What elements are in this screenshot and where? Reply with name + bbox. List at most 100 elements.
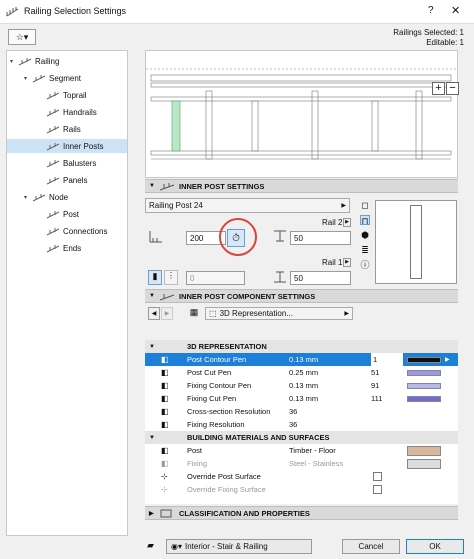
inner-post-component-settings-header[interactable]: ▼ INNER POST COMPONENT SETTINGS [145, 289, 458, 303]
table-row[interactable]: ⊹ Override Post Surface [145, 470, 458, 483]
favorites-button[interactable]: ☆▾ [8, 29, 36, 45]
pen-color-swatch[interactable] [407, 369, 441, 376]
tree-item-handrails[interactable]: Handrails [7, 105, 127, 119]
railing-part-icon [32, 193, 46, 201]
dropdown-arrow-icon: ▶ [344, 311, 349, 317]
rail-top-label: Rail 2 [322, 218, 343, 227]
table-group-row[interactable]: ▼ BUILDING MATERIALS AND SURFACES [145, 431, 458, 444]
title-bar: Railing Selection Settings ? ✕ [0, 0, 474, 24]
collapse-triangle-icon[interactable]: ▼ [149, 431, 155, 444]
pen-number-field[interactable]: 91 [371, 379, 403, 392]
tree-item-railing[interactable]: ▾ Railing [7, 54, 127, 68]
property-name: Fixing [187, 459, 208, 468]
table-row[interactable]: ◧ Post Cut Pen 0.25 mm 51 [145, 366, 458, 379]
property-icon: ⊹ [161, 472, 168, 481]
table-row[interactable]: ⊹ Override Fixing Surface [145, 483, 458, 496]
ok-button[interactable]: OK [406, 539, 464, 554]
pen-number-field[interactable]: 51 [371, 366, 403, 379]
rail-top-dropdown[interactable]: ▶ [343, 218, 351, 227]
expand-toggle-icon[interactable]: ▾ [24, 194, 32, 201]
tree-item-label: Railing [35, 56, 60, 66]
rail-top-offset-field[interactable]: 50 [290, 231, 351, 245]
table-row[interactable]: ◧ Fixing Steel - Stainless [145, 457, 458, 470]
tree-item-node[interactable]: ▾ Node [7, 190, 127, 204]
rail-bottom-offset-field[interactable]: 50 [290, 271, 351, 285]
swatch-cell [407, 444, 441, 457]
tree-item-post[interactable]: Post [7, 207, 127, 221]
classification-properties-header[interactable]: ▶ CLASSIFICATION AND PROPERTIES [145, 506, 458, 520]
pen-color-swatch[interactable] [407, 395, 441, 402]
pen-number-field[interactable]: 1 [371, 353, 403, 366]
tree-item-label: Inner Posts [63, 141, 104, 151]
tree-item-label: Node [49, 192, 69, 202]
post-position-toggle-a[interactable]: ▮ [148, 270, 162, 285]
tree-item-connections[interactable]: Connections [7, 224, 127, 238]
rail-bottom-dropdown[interactable]: ▶ [343, 258, 351, 267]
next-page-button[interactable]: ▶ [161, 307, 173, 320]
property-name: Override Post Surface [187, 472, 261, 481]
property-value: 0.13 mm [289, 394, 319, 403]
collapse-triangle-icon: ▼ [149, 183, 155, 189]
property-icon: ◧ [161, 355, 169, 364]
pen-number-field[interactable]: 111 [371, 392, 403, 405]
elevation-view-icon[interactable]: ⊓ [360, 215, 370, 226]
info-icon[interactable]: ⓘ [360, 260, 370, 270]
pen-picker-arrow-icon[interactable]: ▶ [445, 353, 450, 366]
tree-item-toprail[interactable]: Toprail [7, 88, 127, 102]
override-checkbox[interactable] [373, 485, 382, 494]
dropdown-arrow-icon: ▶ [341, 203, 346, 209]
railing-part-icon [46, 91, 60, 99]
tree-item-balusters[interactable]: Balusters [7, 156, 127, 170]
eye-icon: ◉▾ [171, 542, 182, 551]
cube-icon: ⬚ [209, 309, 217, 318]
table-row[interactable]: ◧ Fixing Resolution 36 [145, 418, 458, 431]
table-row[interactable]: ◧ Post Timber - Floor [145, 444, 458, 457]
stack-view-icon[interactable]: ≣ [360, 245, 370, 255]
property-value: 0.25 mm [289, 368, 319, 377]
help-button[interactable]: ? [428, 5, 434, 16]
material-swatch[interactable] [407, 445, 441, 456]
prev-page-button[interactable]: ◀ [148, 307, 160, 320]
table-row[interactable]: ◧ Cross-section Resolution 36 [145, 405, 458, 418]
cancel-button[interactable]: Cancel [342, 539, 400, 554]
material-swatch[interactable] [407, 458, 441, 469]
offset-dimension-icon [149, 231, 162, 243]
tree-item-label: Balusters [63, 158, 97, 168]
zoom-in-button[interactable]: + [432, 82, 445, 95]
table-group-row[interactable]: ▼ 3D REPRESENTATION [145, 340, 458, 353]
swatch-cell [407, 366, 441, 379]
tree-item-rails[interactable]: Rails [7, 122, 127, 136]
zoom-out-button[interactable]: − [446, 82, 459, 95]
section-title: CLASSIFICATION AND PROPERTIES [179, 508, 310, 518]
representation-label: 3D Representation... [219, 309, 293, 318]
table-row[interactable]: ◧ Post Contour Pen 0.13 mm 1 ▶ [145, 353, 458, 366]
property-icon: ◧ [161, 420, 169, 429]
section-title: INNER POST COMPONENT SETTINGS [179, 291, 316, 301]
post-preset-dropdown[interactable]: Railing Post 24 ▶ [145, 198, 350, 213]
table-row[interactable]: ◧ Fixing Contour Pen 0.13 mm 91 [145, 379, 458, 392]
expand-toggle-icon[interactable]: ▾ [24, 75, 32, 82]
inner-post-settings-header[interactable]: ▼ INNER POST SETTINGS [145, 179, 458, 193]
pen-color-swatch[interactable] [407, 356, 441, 363]
tree-item-segment[interactable]: ▾ Segment [7, 71, 127, 85]
3d-view-icon[interactable]: ⬢ [360, 230, 370, 240]
pen-color-swatch[interactable] [407, 382, 441, 389]
property-name: Post Contour Pen [187, 355, 247, 364]
spacing-field[interactable]: 0 [186, 271, 245, 285]
square-view-icon[interactable]: ◻ [360, 200, 370, 210]
override-checkbox[interactable] [373, 472, 382, 481]
tree-item-panels[interactable]: Panels [7, 173, 127, 187]
highlight-circle [219, 218, 257, 256]
representation-dropdown[interactable]: ⬚ 3D Representation... ▶ [205, 307, 353, 320]
swatch-cell [407, 457, 441, 470]
layer-dropdown[interactable]: ◉▾ Interior - Stair & Railing [166, 539, 312, 554]
table-row[interactable]: ◧ Fixing Cut Pen 0.13 mm 111 [145, 392, 458, 405]
tree-item-ends[interactable]: Ends [7, 241, 127, 255]
expand-toggle-icon[interactable]: ▾ [10, 58, 18, 65]
close-button[interactable]: ✕ [451, 4, 460, 17]
railing-part-icon [46, 159, 60, 167]
railing-part-icon [46, 210, 60, 218]
tree-item-inner-posts[interactable]: Inner Posts [7, 139, 127, 153]
collapse-triangle-icon[interactable]: ▼ [149, 340, 155, 353]
post-position-toggle-b[interactable]: ⋮ [164, 270, 178, 285]
